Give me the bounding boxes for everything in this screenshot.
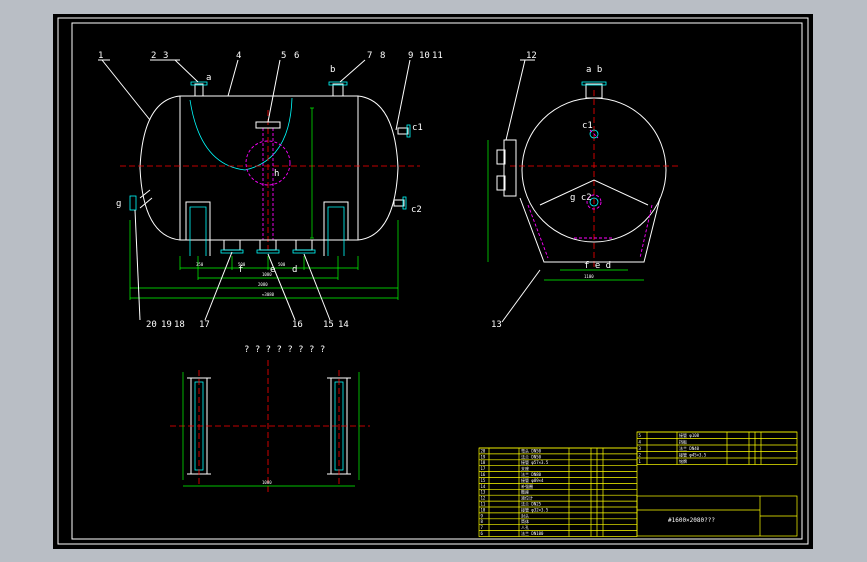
parts-row-name: 挡板: [679, 439, 687, 445]
letter-gc2: g c2: [570, 193, 592, 203]
parts-row-name: 法兰 DN100: [521, 530, 544, 536]
parts-table-upper: 5 接管 φ108 4 挡板 3 法兰 DN40 2 接管 φ45×3.5 1 铭牌: [636, 431, 798, 465]
parts-table: 20 弯头 DN50 19 法兰 DN50 18 接管 φ57×3.5 17 支座 16 法兰 D…: [478, 447, 638, 537]
parts-row-no: 13: [481, 490, 486, 495]
parts-row-no: 4: [639, 440, 642, 445]
svg-text:350: 350: [196, 262, 204, 267]
parts-row-no: 7: [481, 525, 484, 530]
parts-row-no: 19: [481, 454, 486, 459]
parts-row-no: 6: [481, 531, 484, 536]
nozzle-g: [129, 195, 137, 211]
callout-9: 9: [408, 51, 413, 61]
nozzle-a: [194, 83, 204, 97]
letter-d: d: [292, 265, 297, 275]
svg-text:1100: 1100: [584, 274, 594, 279]
callout-11: 11: [432, 51, 443, 61]
parts-row-name: 液位计: [521, 495, 533, 501]
parts-row-name: 法兰 DN40: [679, 445, 700, 451]
letter-e: e: [270, 265, 275, 275]
parts-row-name: 铭牌: [679, 458, 687, 464]
callout-10: 10: [419, 51, 430, 61]
nozzle-c1: [397, 127, 409, 135]
parts-row-no: 2: [639, 453, 642, 458]
callout-19: 19: [161, 320, 172, 330]
level-gauge: [503, 139, 517, 197]
plan-title: ? ? ? ? ? ? ? ?: [244, 345, 325, 355]
callout-17: 17: [199, 320, 210, 330]
nozzle-b: [332, 83, 344, 97]
nozzle-c2: [393, 199, 405, 207]
letter-c1-side: c1: [582, 121, 593, 131]
parts-row-name: 弯头 DN50: [521, 447, 542, 453]
parts-row-no: 3: [639, 446, 642, 451]
callout-1: 1: [98, 51, 103, 61]
callout-6: 6: [294, 51, 299, 61]
parts-row-name: 接管 φ108: [679, 432, 700, 438]
parts-row-name: 法兰 DN80: [521, 471, 542, 477]
callout-16: 16: [292, 320, 303, 330]
plan-view: 1080: [170, 360, 370, 492]
letter-ab: a b: [586, 65, 602, 75]
parts-row-no: 18: [481, 460, 486, 465]
parts-row-no: 15: [481, 478, 486, 483]
parts-row-no: 9: [481, 513, 484, 518]
svg-text:≈3080: ≈3080: [262, 292, 275, 297]
callout-g: g: [116, 199, 121, 209]
parts-row-no: 12: [481, 496, 486, 501]
parts-row-no: 17: [481, 466, 486, 471]
svg-text:500: 500: [278, 262, 286, 267]
callout-13: 13: [491, 320, 502, 330]
side-view: 1100: [487, 59, 680, 323]
callout-2: 2: [151, 51, 156, 61]
parts-row-no: 1: [639, 459, 642, 464]
parts-row-name: 封头: [521, 512, 529, 518]
callout-18: 18: [174, 320, 185, 330]
letter-fed: f e d: [584, 261, 611, 271]
callout-12: 12: [526, 51, 537, 61]
parts-row-name: 接管 φ32×3.5: [521, 506, 549, 512]
letter-f: f: [238, 265, 243, 275]
parts-row-name: 支座: [521, 465, 529, 471]
parts-row-no: 11: [481, 502, 486, 507]
parts-row-name: 筒体: [521, 518, 529, 524]
letter-b: b: [330, 65, 335, 75]
svg-text:2080: 2080: [258, 282, 268, 287]
callout-14: 14: [338, 320, 349, 330]
letter-h: h: [274, 169, 279, 179]
parts-row-no: 20: [481, 448, 486, 453]
parts-row-name: 补强圈: [521, 483, 533, 489]
parts-row-no: 8: [481, 519, 484, 524]
parts-row-name: 人孔: [521, 524, 529, 530]
callout-5: 5: [281, 51, 286, 61]
front-view: 350 500 500 1080 2080 ≈3080: [98, 59, 420, 321]
drawing-title: #1600×2080???: [668, 517, 715, 524]
cad-drawing: 350 500 500 1080 2080 ≈3080 1 2 3 4 5 6 …: [57, 17, 809, 545]
parts-row-no: 16: [481, 472, 486, 477]
parts-row-no: 5: [639, 433, 642, 438]
callout-3: 3: [163, 51, 168, 61]
inner-border: [71, 22, 803, 540]
callout-8: 8: [380, 51, 385, 61]
letter-c1: c1: [412, 123, 423, 133]
callout-4: 4: [236, 51, 241, 61]
callout-7: 7: [367, 51, 372, 61]
letter-c2: c2: [411, 205, 422, 215]
parts-row-no: 10: [481, 507, 486, 512]
callout-15: 15: [323, 320, 334, 330]
svg-text:1080: 1080: [262, 480, 272, 485]
parts-row-name: 鞍座: [521, 489, 529, 495]
parts-row-name: 法兰 DN25: [521, 501, 542, 507]
parts-row-name: 接管 φ45×3.5: [679, 452, 707, 458]
callout-20: 20: [146, 320, 157, 330]
letter-a: a: [206, 73, 211, 83]
parts-row-name: 接管 φ57×3.5: [521, 459, 549, 465]
baffle: [189, 97, 293, 171]
outer-border: [57, 17, 809, 545]
parts-row-name: 法兰 DN50: [521, 453, 542, 459]
parts-row-no: 14: [481, 484, 486, 489]
parts-row-name: 接管 φ89×4: [521, 477, 544, 483]
